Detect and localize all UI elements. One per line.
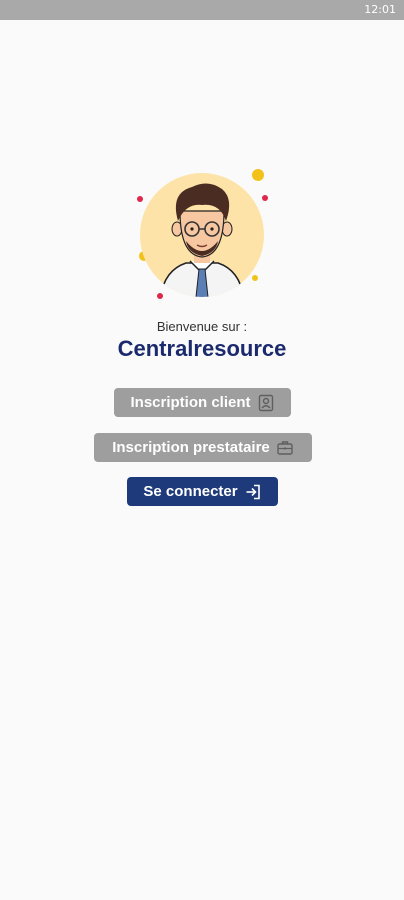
client-signup-button[interactable]: Inscription client [114,388,291,417]
status-time: 12:01 [364,3,396,16]
avatar-illustration [130,163,275,308]
app-name-title: Centralresource [117,336,287,361]
avatar-icon [137,169,268,299]
welcome-text: Bienvenue sur : [156,319,248,334]
provider-signup-label: Inscription prestataire [112,439,270,456]
briefcase-icon [276,439,294,457]
provider-signup-button[interactable]: Inscription prestataire [94,433,312,462]
login-label: Se connecter [143,483,238,500]
login-arrow-icon [244,483,262,501]
client-signup-label: Inscription client [130,394,251,411]
status-bar: 12:01 [0,0,404,20]
id-badge-icon [257,394,275,412]
login-button[interactable]: Se connecter [127,477,278,506]
